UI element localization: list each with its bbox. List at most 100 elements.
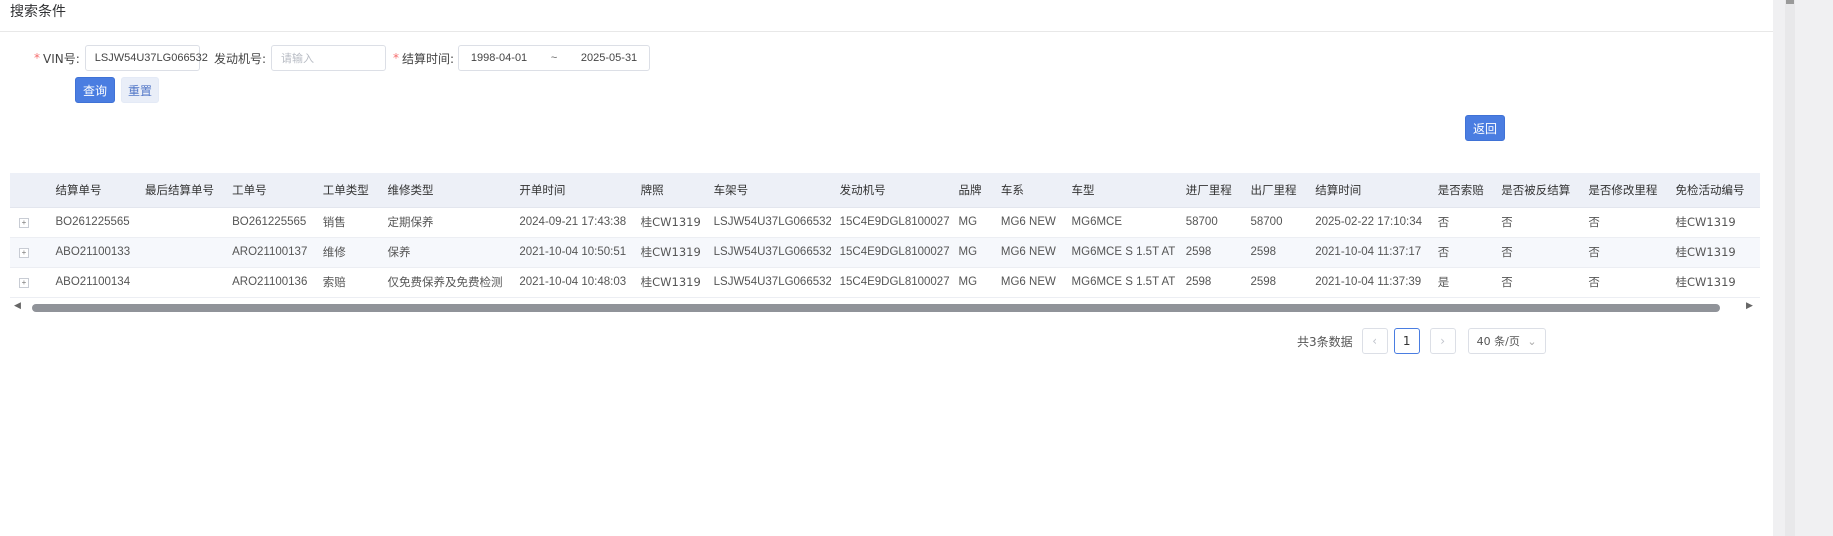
table-cell: 2025-02-22 17:10:34 xyxy=(1315,216,1423,228)
total-count-text: 共3条数据 xyxy=(1297,334,1353,349)
pagination: 共3条数据 ‹ 1 › 40 条/页 ⌄ xyxy=(1297,328,1546,354)
table-cell: MG xyxy=(958,216,978,228)
table-cell: LSJW54U37LG066532 xyxy=(713,246,831,258)
table-row[interactable]: + BO261225565 BO261225565 销售 定期保养 2024-0… xyxy=(10,207,1760,237)
table-cell: ABO21100133 xyxy=(55,246,131,258)
table-cell: 否 xyxy=(1501,245,1513,259)
table-cell xyxy=(136,237,223,267)
table-cell: 桂CW1319 xyxy=(640,275,701,289)
title-divider xyxy=(0,31,1773,32)
settle-date-label: 结算时间: xyxy=(402,51,455,66)
table-row[interactable]: + ABO21100133 ARO21100137 维修 保养 2021-10-… xyxy=(10,237,1760,267)
column-header[interactable]: 结算时间 xyxy=(1306,173,1429,208)
scroll-right-icon[interactable]: ▶ xyxy=(1746,301,1753,311)
column-header[interactable]: 备 xyxy=(1753,173,1760,208)
table-cell: 销售 xyxy=(322,215,346,229)
table-cell: LSJW54U37LG066532 xyxy=(713,276,831,288)
column-header[interactable]: 是否修改里程 xyxy=(1579,173,1667,208)
column-header[interactable]: 是否被反结算 xyxy=(1492,173,1580,208)
required-mark: * xyxy=(34,51,40,65)
engine-number-input[interactable]: 请输入 xyxy=(271,45,387,71)
table-cell: 定期保养 xyxy=(387,215,434,229)
scroll-left-icon[interactable]: ◀ xyxy=(14,301,21,311)
table-cell: 2598 xyxy=(1185,276,1212,288)
column-header[interactable]: 车架号 xyxy=(704,173,831,208)
table-cell: 否 xyxy=(1501,275,1513,289)
column-header[interactable]: 牌照 xyxy=(631,173,705,208)
table-cell: 2021-10-04 11:37:39 xyxy=(1315,276,1422,288)
query-button[interactable]: 查询 xyxy=(75,77,115,103)
expand-row-icon[interactable]: + xyxy=(19,278,29,288)
column-header[interactable]: 品牌 xyxy=(949,173,992,208)
scrollbar-thumb[interactable] xyxy=(32,304,1720,312)
column-header[interactable]: 免检活动编号 xyxy=(1666,173,1754,208)
column-header[interactable]: 开单时间 xyxy=(510,173,632,208)
date-end[interactable]: 2025-05-31 xyxy=(569,52,649,64)
table-cell: 15C4E9DGL8100027 xyxy=(839,276,950,288)
table-cell: 15C4E9DGL8100027 xyxy=(839,246,950,258)
column-header[interactable]: 车型 xyxy=(1062,173,1177,208)
row-expand-cell[interactable]: + xyxy=(10,267,47,297)
chevron-down-icon: ⌄ xyxy=(1527,334,1537,348)
date-start[interactable]: 1998-04-01 xyxy=(459,52,539,64)
table-cell: BO261225565 xyxy=(55,216,130,228)
column-header[interactable]: 维修类型 xyxy=(378,173,511,208)
back-button[interactable]: 返回 xyxy=(1465,115,1505,141)
page-size-select[interactable]: 40 条/页 ⌄ xyxy=(1467,328,1546,354)
column-header[interactable]: 发动机号 xyxy=(830,173,950,208)
page-scrollbar[interactable] xyxy=(1773,0,1833,536)
expand-row-icon[interactable]: + xyxy=(19,218,29,228)
column-header[interactable]: 工单号 xyxy=(223,173,314,208)
table-cell xyxy=(1754,237,1760,267)
column-header[interactable]: 是否索赔 xyxy=(1428,173,1493,208)
column-header[interactable]: 车系 xyxy=(991,173,1063,208)
page-scrollbar-thumb[interactable] xyxy=(1786,0,1794,4)
table-cell: 58700 xyxy=(1185,216,1218,228)
table-cell: 2598 xyxy=(1250,246,1277,258)
table-cell xyxy=(136,207,223,237)
page-number-button[interactable]: 1 xyxy=(1393,328,1420,354)
search-section-title: 搜索条件 xyxy=(10,4,66,20)
next-page-button[interactable]: › xyxy=(1429,328,1456,354)
table-cell: ARO21100136 xyxy=(232,276,308,288)
prev-page-button[interactable]: ‹ xyxy=(1361,328,1388,354)
table-cell: 桂CW1319 xyxy=(640,245,701,259)
expand-row-icon[interactable]: + xyxy=(19,248,29,258)
column-header[interactable]: 进厂里程 xyxy=(1176,173,1242,208)
vin-field-group: * VIN号: LSJW54U37LG066532 xyxy=(34,45,208,71)
column-header[interactable]: 最后结算单号 xyxy=(135,173,224,208)
table-cell: ABO21100134 xyxy=(55,276,131,288)
table-cell: 索赔 xyxy=(322,275,346,289)
column-header[interactable]: 结算单号 xyxy=(46,173,136,208)
expand-column-header xyxy=(10,173,47,208)
table-cell xyxy=(1754,267,1760,297)
table-cell: MG6MCE S 1.5T AT xyxy=(1071,276,1176,288)
table-cell: MG6MCE xyxy=(1071,216,1123,228)
table-cell: 2024-09-21 17:43:38 xyxy=(519,216,627,228)
page-scrollbar-track[interactable] xyxy=(1785,0,1795,536)
table-cell: 否 xyxy=(1588,215,1600,229)
table-cell: 否 xyxy=(1501,215,1513,229)
table-horizontal-scrollbar[interactable]: ◀ ▶ xyxy=(10,301,1760,315)
table-cell: LSJW54U37LG066532 xyxy=(713,216,831,228)
settle-date-range-picker[interactable]: 1998-04-01 ~ 2025-05-31 xyxy=(458,45,651,71)
table-cell: 桂CW1319 xyxy=(1675,275,1736,289)
vin-input[interactable]: LSJW54U37LG066532 xyxy=(84,45,208,71)
table-cell: MG6 NEW xyxy=(1000,216,1056,228)
row-expand-cell[interactable]: + xyxy=(10,207,47,237)
column-header[interactable]: 工单类型 xyxy=(313,173,379,208)
reset-button[interactable]: 重置 xyxy=(121,77,159,103)
table-cell: 否 xyxy=(1588,275,1600,289)
table-row[interactable]: + ABO21100134 ARO21100136 索赔 仅免费保养及免费检测 … xyxy=(10,267,1760,297)
column-header[interactable]: 出厂里程 xyxy=(1241,173,1307,208)
table-cell: 否 xyxy=(1437,245,1450,259)
table-cell: 保养 xyxy=(387,245,411,259)
table-cell: BO261225565 xyxy=(232,216,307,228)
row-expand-cell[interactable]: + xyxy=(10,237,47,267)
date-range-separator: ~ xyxy=(550,52,558,64)
table-cell: 2021-10-04 10:48:03 xyxy=(519,276,627,288)
chevron-left-icon: ‹ xyxy=(1372,334,1378,348)
table-header-row: 结算单号 最后结算单号 工单号 工单类型 维修类型 开单时间 牌照 车架号 发动… xyxy=(10,173,1760,208)
page-size-value: 40 条/页 xyxy=(1476,335,1520,348)
required-mark: * xyxy=(393,51,399,65)
